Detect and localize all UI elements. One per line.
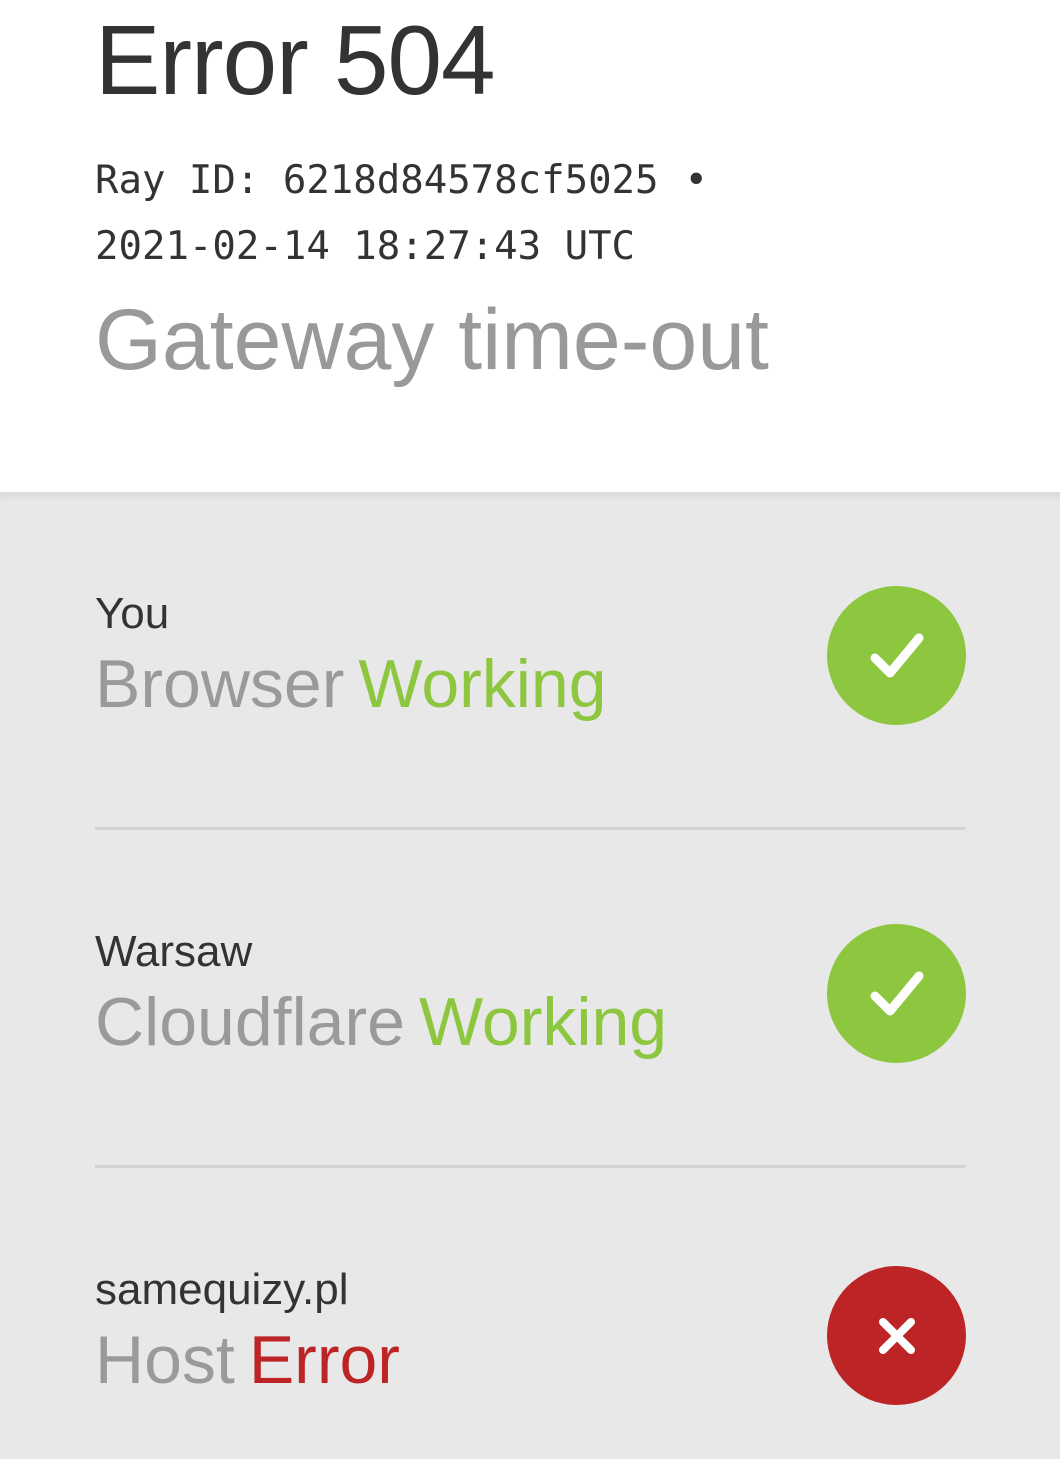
check-icon (870, 971, 923, 1015)
close-icon (878, 1317, 915, 1354)
row-location: You (95, 589, 170, 638)
ray-id-line: Ray ID: 6218d84578cf5025 • (95, 156, 708, 206)
row-state: Error (248, 1322, 400, 1398)
ray-separator: • (684, 158, 709, 203)
row-state: Working (418, 984, 668, 1060)
status-badge-ok (827, 586, 966, 725)
error-subtitle: Gateway time-out (95, 292, 769, 388)
row-name: Cloudflare (95, 984, 405, 1060)
status-panel: You Browser Working Warsaw Cloudflare Work… (0, 492, 1060, 1459)
divider (95, 1165, 966, 1168)
row-status: Cloudflare Working (95, 982, 667, 1062)
status-row-cloudflare: Warsaw Cloudflare Working (95, 924, 966, 1066)
error-page: Error 504 Ray ID: 6218d84578cf5025 • 2021… (0, 0, 1060, 1459)
ray-id: Ray ID: 6218d84578cf5025 (95, 158, 659, 203)
row-location: Warsaw (95, 927, 253, 976)
error-title: Error 504 (95, 5, 496, 115)
row-status: Host Error (95, 1320, 400, 1400)
check-icon (870, 633, 923, 677)
row-location: samequizy.pl (95, 1265, 349, 1314)
timestamp: 2021-02-14 18:27:43 UTC (95, 224, 636, 269)
status-badge-ok (827, 924, 966, 1063)
divider (95, 827, 966, 830)
status-row-host: samequizy.pl Host Error (95, 1264, 966, 1405)
row-name: Host (95, 1322, 235, 1398)
row-status: Browser Working (95, 644, 607, 724)
error-header: Error 504 Ray ID: 6218d84578cf5025 • 2021… (0, 0, 1060, 492)
row-state: Working (358, 646, 607, 722)
status-badge-error (827, 1266, 966, 1405)
status-row-browser: You Browser Working (95, 586, 966, 728)
row-name: Browser (95, 646, 345, 722)
